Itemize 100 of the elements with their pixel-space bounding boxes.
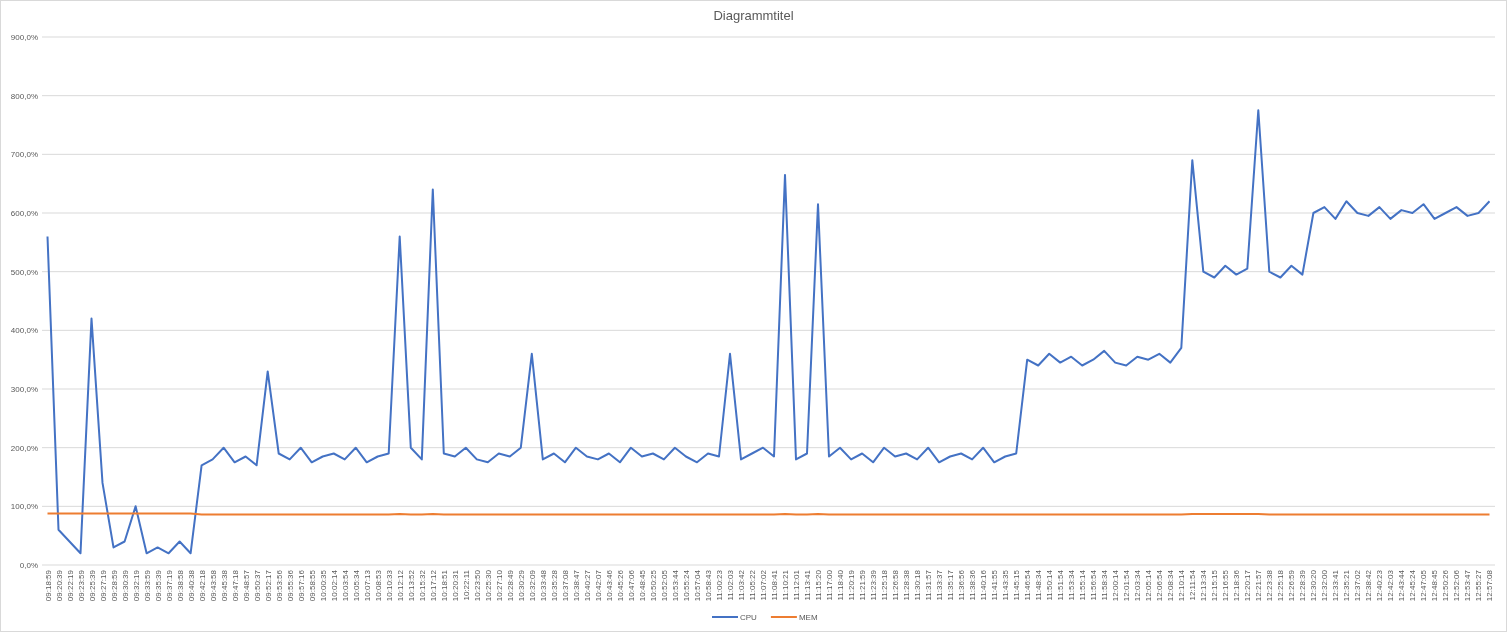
x-tick-label: 10:32:09 xyxy=(527,570,537,602)
x-tick-label: 09:45:38 xyxy=(219,570,229,602)
x-tick-label: 12:05:14 xyxy=(1144,570,1154,602)
x-tick-label: 11:31:57 xyxy=(924,570,934,601)
x-tick-label: 11:12:01 xyxy=(792,570,801,601)
x-tick-label: 11:00:23 xyxy=(714,570,724,601)
x-tick-label: 12:08:34 xyxy=(1166,570,1176,602)
x-tick-label: 12:43:44 xyxy=(1397,570,1407,602)
x-tick-label: 11:43:35 xyxy=(1001,570,1011,601)
x-tick-label: 09:57:16 xyxy=(296,570,306,602)
x-tick-label: 12:33:41 xyxy=(1331,570,1341,602)
x-tick-label: 10:42:07 xyxy=(593,570,603,602)
x-tick-label: 10:13:52 xyxy=(406,570,416,602)
x-tick-label: 12:16:55 xyxy=(1221,570,1231,602)
x-tick-label: 10:45:26 xyxy=(615,570,625,602)
x-tick-label: 09:35:39 xyxy=(153,570,163,602)
x-tick-label: 12:23:38 xyxy=(1265,570,1275,602)
x-tick-label: 11:28:38 xyxy=(902,570,912,601)
x-tick-label: 11:48:34 xyxy=(1034,570,1044,601)
x-tick-label: 09:50:37 xyxy=(252,570,262,602)
x-tick-label: 11:58:34 xyxy=(1100,570,1110,601)
x-tick-label: 11:10:21 xyxy=(781,570,790,601)
x-tick-label: 12:50:26 xyxy=(1441,570,1451,602)
x-tick-label: 11:18:40 xyxy=(836,570,846,601)
x-tick-label: 12:48:45 xyxy=(1430,570,1440,602)
x-tick-label: 12:40:23 xyxy=(1375,570,1385,602)
x-tick-label: 11:05:22 xyxy=(748,570,757,601)
x-tick-label: 10:57:04 xyxy=(692,570,702,602)
legend-label: CPU xyxy=(740,613,757,622)
y-tick-label: 700,0% xyxy=(10,150,38,160)
y-tick-label: 600,0% xyxy=(10,209,38,218)
x-tick-label: 11:26:58 xyxy=(891,570,901,601)
x-tick-label: 12:13:34 xyxy=(1199,570,1209,602)
x-tick-label: 09:20:39 xyxy=(54,570,64,602)
x-tick-label: 11:33:37 xyxy=(935,570,945,601)
x-tick-label: 12:28:39 xyxy=(1298,570,1308,602)
x-tick-label: 09:25:39 xyxy=(87,570,97,602)
y-tick-label: 100,0% xyxy=(10,502,38,512)
x-tick-label: 11:13:41 xyxy=(803,570,813,601)
x-tick-label: 11:50:14 xyxy=(1045,570,1055,601)
x-tick-label: 12:47:05 xyxy=(1419,570,1429,602)
x-tick-label: 10:37:08 xyxy=(560,570,570,602)
x-tick-label: 12:21:57 xyxy=(1254,570,1264,602)
x-tick-label: 12:30:20 xyxy=(1309,570,1319,602)
x-tick-label: 12:11:54 xyxy=(1188,570,1198,601)
x-tick-label: 09:38:58 xyxy=(175,570,185,602)
x-tick-label: 09:32:19 xyxy=(131,570,141,602)
x-tick-label: 12:45:24 xyxy=(1408,570,1418,602)
x-tick-label: 09:42:18 xyxy=(197,570,207,602)
x-tick-label: 12:57:08 xyxy=(1485,570,1495,602)
x-tick-label: 12:18:36 xyxy=(1232,570,1242,602)
x-tick-label: 10:47:06 xyxy=(626,570,636,602)
x-tick-label: 09:40:38 xyxy=(186,570,196,602)
x-tick-label: 11:53:34 xyxy=(1067,570,1077,601)
x-tick-label: 10:23:50 xyxy=(472,570,482,602)
x-tick-label: 12:01:54 xyxy=(1122,570,1132,602)
x-tick-label: 11:56:54 xyxy=(1089,570,1099,601)
x-tick-label: 12:37:02 xyxy=(1353,570,1363,602)
x-tick-label: 12:15:15 xyxy=(1210,570,1220,602)
x-tick-label: 09:22:19 xyxy=(65,570,75,602)
x-tick-label: 11:25:18 xyxy=(880,570,890,601)
x-tick-label: 09:53:56 xyxy=(274,570,284,602)
x-tick-label: 09:48:57 xyxy=(241,570,251,602)
x-tick-label: 10:10:33 xyxy=(384,570,394,602)
x-tick-label: 12:00:14 xyxy=(1111,570,1121,602)
x-tick-label: 10:07:13 xyxy=(362,570,372,602)
x-tick-label: 10:50:25 xyxy=(648,570,658,602)
x-tick-label: 10:00:35 xyxy=(318,570,328,602)
x-tick-label: 10:38:47 xyxy=(571,570,581,602)
x-tick-label: 10:08:53 xyxy=(373,570,383,602)
x-tick-label: 12:53:47 xyxy=(1463,570,1473,602)
x-tick-label: 10:53:44 xyxy=(670,570,680,602)
x-tick-label: 11:03:42 xyxy=(737,570,746,601)
x-tick-label: 11:36:56 xyxy=(957,570,967,601)
y-tick-label: 300,0% xyxy=(10,385,38,394)
y-tick-label: 500,0% xyxy=(10,267,38,277)
x-tick-label: 11:20:19 xyxy=(847,570,857,601)
x-tick-label: 10:52:05 xyxy=(659,570,669,602)
x-tick-label: 11:40:16 xyxy=(979,570,989,601)
x-tick-label: 09:52:17 xyxy=(263,570,273,602)
y-tick-label: 800,0% xyxy=(10,91,38,101)
x-tick-label: 11:15:20 xyxy=(814,570,824,601)
x-tick-label: 09:23:59 xyxy=(76,570,86,602)
chart-title: Diagrammtitel xyxy=(713,8,794,23)
x-tick-label: 12:52:06 xyxy=(1452,570,1462,602)
x-tick-label: 09:58:55 xyxy=(307,570,317,602)
x-tick-label: 09:28:59 xyxy=(109,570,119,602)
x-tick-label: 10:02:14 xyxy=(329,570,339,602)
x-tick-label: 10:48:45 xyxy=(637,570,647,602)
x-tick-label: 10:40:27 xyxy=(582,570,592,602)
x-tick-label: 09:47:18 xyxy=(230,570,240,602)
x-tick-label: 11:07:02 xyxy=(759,570,768,601)
y-tick-label: 200,0% xyxy=(10,443,38,453)
x-tick-label: 12:32:00 xyxy=(1320,570,1330,602)
x-tick-label: 11:41:55 xyxy=(990,570,1000,601)
x-tick-label: 12:38:42 xyxy=(1364,570,1374,602)
x-tick-label: 10:05:34 xyxy=(351,570,361,602)
x-tick-label: 11:23:39 xyxy=(869,570,879,601)
x-tick-label: 10:12:12 xyxy=(395,570,405,602)
x-tick-label: 10:30:29 xyxy=(516,570,526,602)
